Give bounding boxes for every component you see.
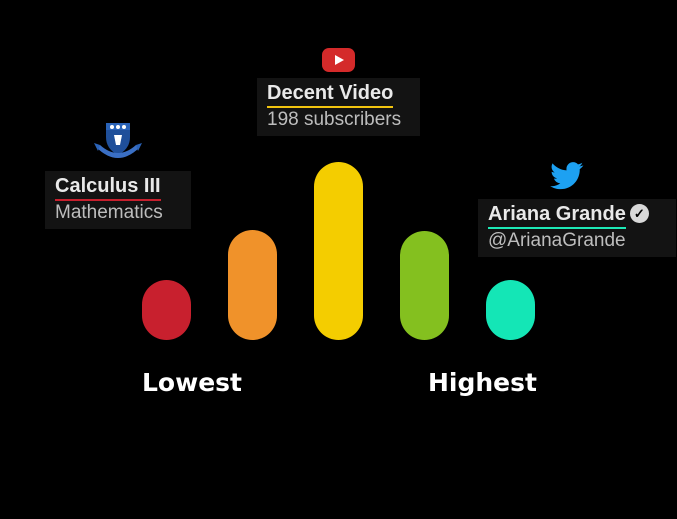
rating-bar-3 <box>314 162 363 340</box>
rating-bar-2 <box>228 230 277 340</box>
play-icon <box>335 55 344 65</box>
course-subject: Mathematics <box>55 202 163 223</box>
channel-title: Decent Video <box>267 81 394 108</box>
profile-handle: @ArianaGrande <box>488 230 626 251</box>
course-title: Calculus III <box>55 174 161 201</box>
subscriber-count: 198 subscribers <box>267 109 402 130</box>
rating-bar-4 <box>400 231 449 340</box>
lowest-label: Lowest <box>142 368 242 397</box>
course-card[interactable]: Calculus III Mathematics <box>45 171 191 229</box>
verified-badge-icon: ✓ <box>629 204 649 223</box>
highest-label: Highest <box>428 368 537 397</box>
youtube-icon <box>322 48 355 72</box>
university-crest-icon <box>92 121 144 167</box>
rating-bar-5 <box>486 280 535 340</box>
profile-card[interactable]: Ariana Grande ✓ @ArianaGrande <box>478 199 676 257</box>
twitter-bird-icon <box>550 162 584 190</box>
rating-bar-1 <box>142 280 191 340</box>
profile-name: Ariana Grande <box>488 202 626 229</box>
channel-card[interactable]: Decent Video 198 subscribers <box>257 78 420 136</box>
